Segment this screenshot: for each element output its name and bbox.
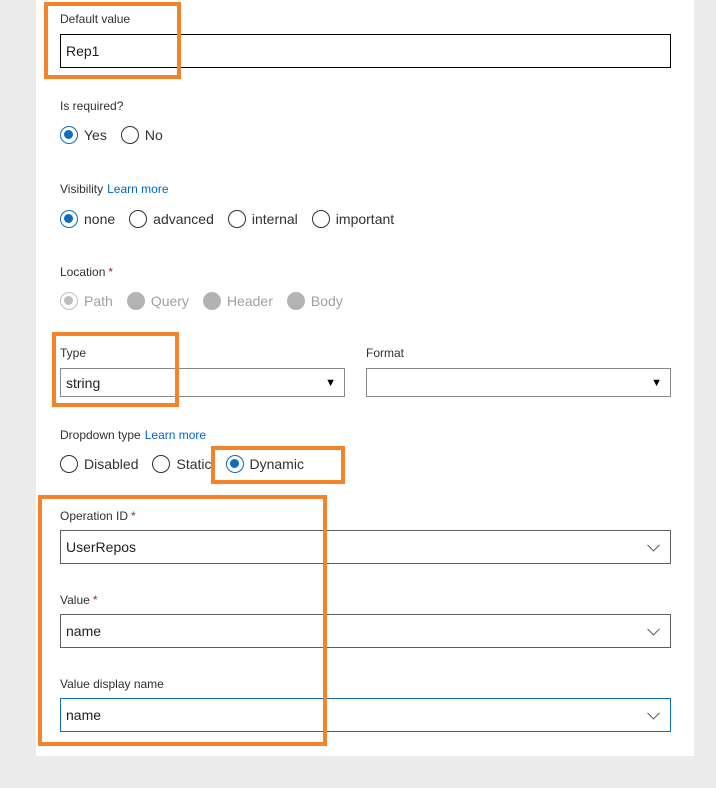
value-display-name-value: name	[66, 707, 102, 723]
is-required-no-radio[interactable]: No	[120, 126, 163, 144]
format-label: Format	[366, 346, 405, 360]
visibility-label-text: Visibility	[60, 182, 104, 196]
radio-unchecked-icon	[227, 210, 246, 228]
value-label-text: Value	[60, 593, 90, 607]
format-select[interactable]: ▼	[366, 368, 671, 397]
dropdown-type-learn-more-link[interactable]: Learn more	[145, 428, 206, 442]
radio-checked-icon	[60, 210, 78, 228]
radio-unchecked-icon	[311, 210, 330, 228]
value-dropdown-value: name	[66, 623, 102, 639]
default-value-input[interactable]: Rep1	[60, 34, 671, 68]
radio-label: Header	[226, 293, 273, 309]
radio-unchecked-icon	[152, 455, 171, 473]
value-label: Value *	[60, 593, 97, 607]
is-required-yes-radio[interactable]: Yes	[60, 126, 107, 144]
radio-disabled-icon	[126, 292, 145, 310]
type-select[interactable]: string ▼	[60, 368, 345, 397]
default-value-label: Default value	[60, 12, 131, 26]
type-label: Type	[60, 346, 87, 360]
visibility-radio-group: none advanced internal important	[60, 210, 408, 228]
radio-label: advanced	[153, 211, 214, 227]
visibility-internal-radio[interactable]: internal	[227, 210, 298, 228]
radio-label: Static	[176, 456, 212, 472]
radio-label: Query	[150, 293, 189, 309]
dropdown-type-disabled-radio[interactable]: Disabled	[60, 455, 138, 473]
location-query-radio: Query	[126, 292, 189, 310]
is-required-radio-group: Yes No	[60, 126, 177, 144]
operation-id-label-text: Operation ID	[60, 509, 129, 523]
visibility-learn-more-link[interactable]: Learn more	[107, 182, 168, 196]
dropdown-caret-icon: ▼	[325, 376, 336, 389]
chevron-down-icon	[647, 538, 660, 552]
radio-label: none	[84, 211, 116, 227]
radio-label: No	[144, 127, 163, 143]
visibility-none-radio[interactable]: none	[60, 210, 115, 228]
radio-label: internal	[251, 211, 298, 227]
radio-label: Dynamic	[249, 456, 304, 472]
dropdown-type-dynamic-radio[interactable]: Dynamic	[225, 455, 304, 473]
radio-disabled-icon	[202, 292, 221, 310]
chevron-down-icon	[647, 706, 660, 720]
dropdown-type-static-radio[interactable]: Static	[152, 455, 212, 473]
radio-unchecked-icon	[60, 455, 78, 473]
operation-id-value: UserRepos	[66, 539, 137, 555]
dropdown-type-radio-group: Disabled Static Dynamic	[60, 455, 318, 473]
radio-unchecked-icon	[120, 126, 139, 144]
dropdown-type-label: Dropdown type Learn more	[60, 428, 206, 442]
radio-label: Body	[310, 293, 343, 309]
value-display-name-label: Value display name	[60, 677, 164, 691]
radio-disabled-icon	[286, 292, 305, 310]
visibility-label: Visibility Learn more	[60, 182, 169, 196]
default-value-text: Rep1	[66, 43, 100, 59]
operation-id-label: Operation ID *	[60, 509, 136, 523]
radio-label: Yes	[84, 127, 107, 143]
radio-checked-icon	[60, 126, 78, 144]
is-required-label: Is required?	[60, 99, 124, 113]
value-display-name-dropdown[interactable]: name	[60, 698, 671, 732]
radio-label: Disabled	[84, 456, 139, 472]
radio-label: important	[335, 211, 395, 227]
location-path-radio: Path	[60, 292, 113, 310]
chevron-down-icon	[647, 622, 660, 636]
location-label-text: Location	[60, 265, 106, 279]
location-body-radio: Body	[286, 292, 343, 310]
radio-label: Path	[84, 293, 113, 309]
type-select-value: string	[66, 374, 101, 391]
required-asterisk: *	[92, 593, 98, 607]
radio-checked-icon	[225, 455, 244, 473]
dropdown-type-label-text: Dropdown type	[60, 428, 141, 442]
location-header-radio: Header	[202, 292, 273, 310]
operation-id-dropdown[interactable]: UserRepos	[60, 530, 671, 564]
visibility-important-radio[interactable]: important	[311, 210, 395, 228]
radio-unchecked-icon	[129, 210, 148, 228]
visibility-advanced-radio[interactable]: advanced	[129, 210, 214, 228]
required-asterisk: *	[108, 265, 114, 279]
required-asterisk: *	[131, 509, 136, 523]
radio-disabled-checked-icon	[60, 292, 78, 310]
dropdown-caret-icon: ▼	[651, 376, 662, 389]
location-radio-group: Path Query Header Body	[60, 292, 357, 310]
value-dropdown[interactable]: name	[60, 614, 671, 648]
location-label: Location *	[60, 265, 113, 279]
